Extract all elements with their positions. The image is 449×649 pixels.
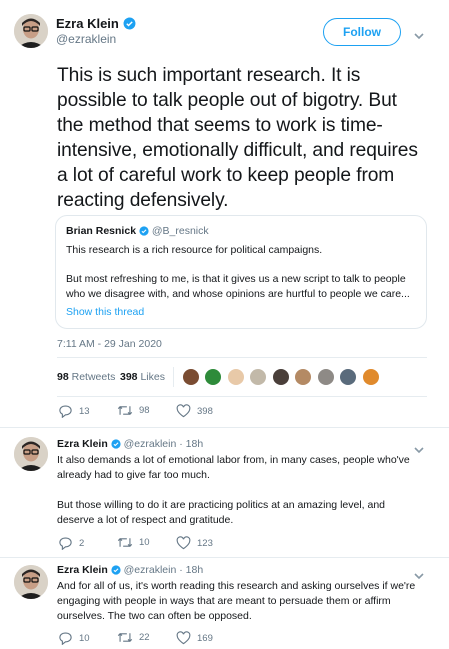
like-button[interactable]: 169	[176, 631, 213, 645]
reply-header: Ezra Klein @ezraklein · 18h	[57, 438, 203, 452]
retweets-count: 98	[57, 371, 69, 383]
avatar-image	[14, 14, 48, 48]
retweet-count: 22	[139, 632, 150, 643]
reply-text-para1: It also demands a lot of emotional labor…	[57, 454, 410, 481]
chevron-down-icon[interactable]	[414, 27, 424, 45]
like-icon	[176, 536, 191, 550]
avatar-image	[14, 437, 48, 471]
retweet-count: 10	[139, 537, 150, 548]
show-thread-link[interactable]: Show this thread	[66, 305, 144, 320]
follow-button[interactable]: Follow	[323, 18, 401, 46]
divider	[57, 396, 427, 397]
quoted-text-line1: This research is a rich resource for pol…	[66, 244, 323, 256]
reply-avatar[interactable]	[14, 437, 48, 471]
reply-time[interactable]: · 18h	[179, 438, 203, 450]
reply-count: 2	[79, 537, 85, 549]
quoted-author-row: Brian Resnick @B_resnick	[66, 225, 209, 239]
liker-avatar[interactable]	[362, 369, 379, 385]
author-handle[interactable]: @ezraklein	[56, 32, 116, 46]
reply-avatar[interactable]	[14, 565, 48, 599]
quoted-author-name: Brian Resnick	[66, 225, 137, 237]
reply-button[interactable]: 10	[58, 631, 90, 645]
liker-avatar[interactable]	[272, 369, 289, 385]
like-count: 123	[197, 537, 213, 549]
tweet-timestamp[interactable]: 7:11 AM - 29 Jan 2020	[57, 338, 162, 350]
retweets-stat[interactable]: 98 Retweets	[57, 371, 115, 383]
retweet-icon	[117, 406, 133, 415]
author-name[interactable]: Ezra Klein	[56, 16, 119, 31]
verified-badge-icon	[139, 226, 149, 239]
reply-text-para1: And for all of us, it's worth reading th…	[57, 580, 416, 622]
liker-avatar[interactable]	[295, 369, 312, 385]
like-button[interactable]: 398	[176, 404, 213, 418]
retweet-button[interactable]: 10	[117, 536, 150, 549]
reply-author-name[interactable]: Ezra Klein	[57, 564, 108, 576]
reply-icon	[59, 405, 72, 418]
reply-text-para2: But those willing to do it are practicin…	[57, 499, 386, 526]
liker-avatar[interactable]	[227, 369, 244, 385]
retweets-label: Retweets	[71, 371, 116, 383]
like-count: 398	[197, 405, 213, 417]
retweet-button[interactable]: 98	[117, 404, 150, 417]
reply-header: Ezra Klein @ezraklein · 18h	[57, 564, 203, 578]
reply-button[interactable]: 13	[58, 404, 90, 418]
liker-avatar[interactable]	[250, 369, 267, 385]
reply-count: 13	[79, 405, 90, 417]
reply-button[interactable]: 2	[58, 536, 84, 550]
like-icon	[176, 631, 191, 645]
liker-avatar[interactable]	[183, 369, 199, 385]
retweet-icon	[117, 633, 133, 642]
retweet-button[interactable]: 22	[117, 631, 150, 644]
reply-author-handle[interactable]: @ezraklein	[124, 564, 177, 576]
reply-author-handle[interactable]: @ezraklein	[124, 438, 177, 450]
liker-avatar[interactable]	[317, 369, 334, 385]
likes-label: Likes	[140, 371, 165, 383]
like-icon	[176, 404, 191, 418]
likes-stat[interactable]: 398 Likes	[120, 371, 165, 383]
verified-badge-icon	[111, 439, 121, 452]
divider	[0, 427, 449, 428]
verified-badge-icon	[111, 565, 121, 578]
like-count: 169	[197, 632, 213, 644]
reply-count: 10	[79, 632, 90, 644]
avatar-image	[14, 565, 48, 599]
likes-count: 398	[120, 371, 138, 383]
quoted-tweet[interactable]: Brian Resnick @B_resnick This research i…	[55, 215, 427, 329]
stats-separator	[173, 367, 174, 387]
verified-badge-icon	[123, 17, 136, 35]
quoted-text-line2: But most refreshing to me, is that it gi…	[66, 273, 410, 300]
like-button[interactable]: 123	[176, 536, 213, 550]
likers-avatars	[183, 369, 381, 390]
retweet-count: 98	[139, 405, 150, 416]
author-avatar[interactable]	[14, 14, 48, 48]
tweet-text: This is such important research. It is p…	[57, 65, 418, 211]
divider	[57, 357, 427, 358]
retweet-icon	[117, 538, 133, 547]
liker-avatar[interactable]	[205, 369, 222, 385]
liker-avatar[interactable]	[340, 369, 357, 385]
reply-icon	[59, 632, 72, 645]
divider	[0, 557, 449, 558]
reply-time[interactable]: · 18h	[179, 564, 203, 576]
reply-author-name[interactable]: Ezra Klein	[57, 438, 108, 450]
quoted-author-handle: @B_resnick	[151, 225, 209, 237]
reply-icon	[59, 537, 72, 550]
